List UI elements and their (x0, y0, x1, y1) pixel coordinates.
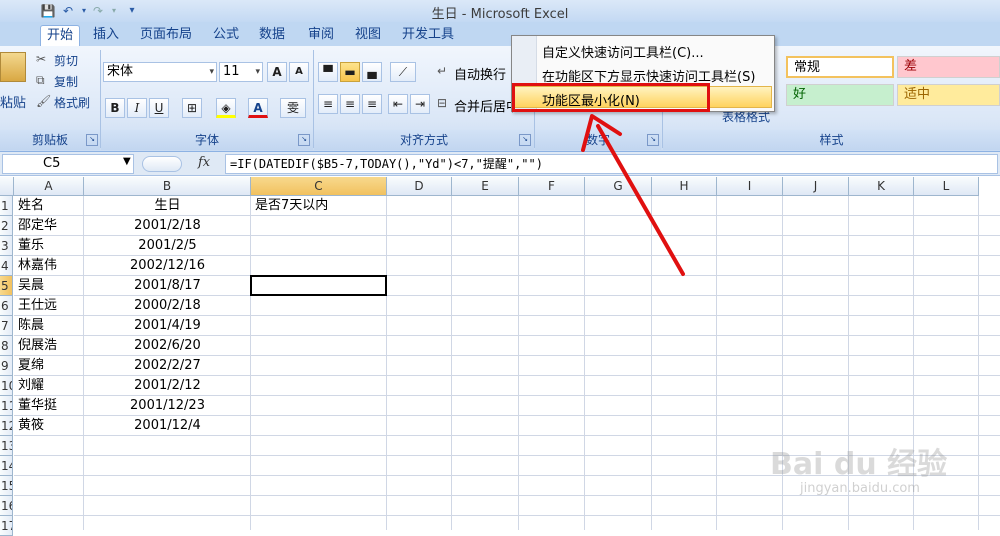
annotation-arrow-shaft (596, 124, 685, 276)
annotation-arrow (581, 114, 685, 276)
